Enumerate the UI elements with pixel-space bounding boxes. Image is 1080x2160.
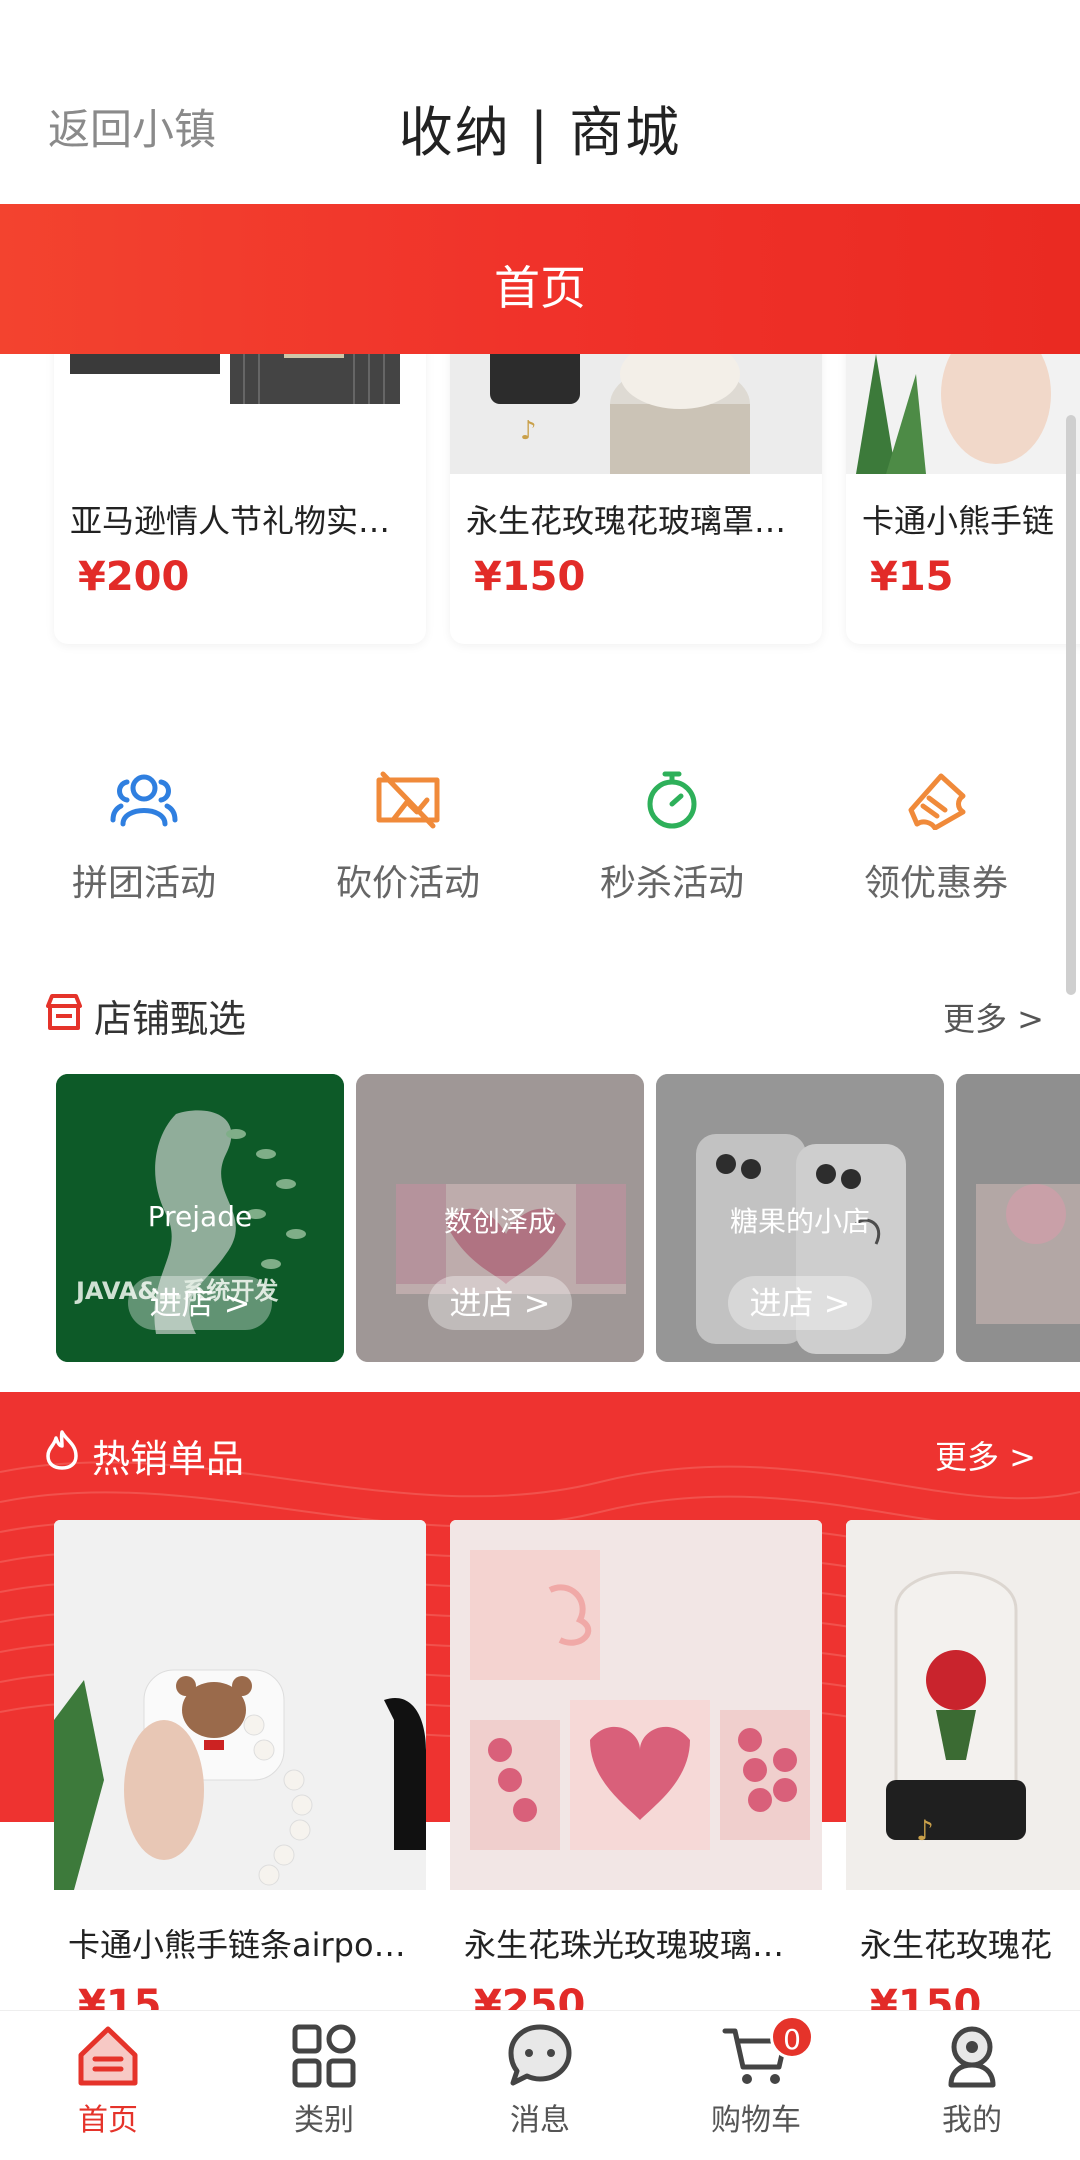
- bargain-action[interactable]: 砍价活动: [276, 770, 540, 930]
- page-title: 首页: [494, 261, 586, 315]
- stopwatch-icon: [647, 771, 697, 829]
- group-icon: [110, 774, 178, 827]
- flash-sale-action[interactable]: 秒杀活动: [540, 770, 804, 930]
- nav-item-home[interactable]: 首页: [0, 2021, 216, 2160]
- shop-picks-row[interactable]: JAVA&…系统开发 Prejade 进店 > 数创泽成 进店 > 糖果的小店 …: [56, 1074, 1080, 1364]
- cart-count-badge: 0: [770, 2015, 814, 2059]
- enter-shop-button[interactable]: 进店 >: [728, 1276, 872, 1330]
- product-image: [54, 1520, 426, 1890]
- product-price: ¥150: [474, 554, 586, 600]
- product-image: ♪: [450, 354, 822, 474]
- svg-text:♪: ♪: [916, 1814, 934, 1847]
- svg-text:♪: ♪: [520, 416, 537, 446]
- product-price: ¥15: [870, 554, 954, 600]
- shop-name: 糖果的小店: [729, 1205, 870, 1238]
- shop-cover: [956, 1074, 1080, 1362]
- shop-picks-header: 店铺甄选 更多 >: [44, 988, 1044, 1048]
- shop-name: Prejade: [147, 1200, 253, 1233]
- enter-shop-button[interactable]: 进店 >: [428, 1276, 572, 1330]
- hot-sellers-row[interactable]: 卡通小熊手链条airpod... ¥15 永生花珠光玫瑰玻璃罩... ¥250: [0, 1520, 1080, 2020]
- product-image: [450, 1520, 822, 1890]
- bargain-icon: [376, 771, 440, 829]
- coupon-label: 领优惠券: [863, 863, 1008, 904]
- nav-item-messages[interactable]: 消息: [432, 2021, 648, 2160]
- hot-product-card[interactable]: 永生花珠光玫瑰玻璃罩... ¥250: [450, 1520, 822, 2020]
- product-name: 卡通小熊手链条airpod...: [68, 1926, 412, 1964]
- grid-icon: [292, 2024, 356, 2088]
- product-name: 亚马逊情人节礼物实用...: [70, 502, 410, 540]
- flash-sale-label: 秒杀活动: [599, 863, 744, 904]
- top-bar: 返回小镇 收纳 | 商城: [0, 0, 1080, 204]
- shop-picks-more-link[interactable]: 更多 >: [943, 994, 1044, 1040]
- nav-label-profile: 我的: [942, 2103, 1002, 2138]
- hot-product-card[interactable]: ♪ 永生花玫瑰花 ¥150: [846, 1520, 1080, 2020]
- product-name: 永生花玫瑰花: [860, 1926, 1053, 1964]
- group-buy-action[interactable]: 拼团活动: [12, 770, 276, 930]
- hot-sellers-title: 热销单品: [92, 1437, 245, 1481]
- product-card[interactable]: ♪ 永生花玫瑰花玻璃罩成... ¥150: [450, 354, 822, 644]
- enter-shop-button[interactable]: 进店 >: [128, 1276, 272, 1330]
- ticket-icon: [908, 773, 966, 830]
- nav-item-profile[interactable]: 我的: [864, 2021, 1080, 2160]
- nav-label-home: 首页: [78, 2103, 138, 2138]
- product-image: [54, 354, 426, 474]
- app-root: 返回小镇 收纳 | 商城 首页 亚马逊情人节礼物实用... ¥200 ♪ 永生花…: [0, 0, 1080, 2160]
- shop-picks-title: 店铺甄选: [94, 997, 247, 1041]
- nav-label-messages: 消息: [510, 2103, 570, 2138]
- profile-icon: [948, 2026, 996, 2088]
- hot-sellers-more-link[interactable]: 更多 >: [935, 1432, 1036, 1478]
- shop-card[interactable]: [956, 1074, 1080, 1362]
- product-name: 永生花玫瑰花玻璃罩成...: [466, 502, 806, 540]
- product-price: ¥200: [78, 554, 190, 600]
- nav-label-category: 类别: [294, 2103, 354, 2138]
- coupon-action[interactable]: 领优惠券: [804, 770, 1068, 930]
- product-image: [846, 354, 1080, 474]
- bottom-nav: 首页 类别 消息 0 购物车 我的: [0, 2010, 1080, 2160]
- store-icon: [46, 994, 82, 1030]
- shop-card[interactable]: 糖果的小店 进店 >: [656, 1074, 944, 1362]
- product-card[interactable]: 卡通小熊手链 ¥15: [846, 354, 1080, 644]
- fire-icon: [46, 1430, 78, 1470]
- nav-item-cart[interactable]: 0 购物车: [648, 2015, 864, 2160]
- product-image: ♪: [846, 1520, 1080, 1890]
- nav-item-category[interactable]: 类别: [216, 2021, 432, 2160]
- message-icon: [508, 2024, 572, 2086]
- hot-product-card[interactable]: 卡通小熊手链条airpod... ¥15: [54, 1520, 426, 2020]
- nav-label-cart: 购物车: [711, 2103, 801, 2138]
- shop-card[interactable]: JAVA&…系统开发 Prejade 进店 >: [56, 1074, 344, 1362]
- top-product-strip[interactable]: 亚马逊情人节礼物实用... ¥200 ♪ 永生花玫瑰花玻璃罩成... ¥150: [0, 354, 1080, 654]
- product-card[interactable]: 亚马逊情人节礼物实用... ¥200: [54, 354, 426, 644]
- app-title: 收纳 | 商城: [398, 101, 682, 164]
- shop-name: 数创泽成: [443, 1205, 556, 1238]
- product-name: 永生花珠光玫瑰玻璃罩...: [464, 1926, 808, 1964]
- shop-card[interactable]: 数创泽成 进店 >: [356, 1074, 644, 1362]
- group-buy-label: 拼团活动: [71, 863, 216, 904]
- home-icon: [78, 2026, 138, 2086]
- bargain-label: 砍价活动: [335, 863, 480, 904]
- home-header-band: 首页: [0, 204, 1080, 354]
- product-name: 卡通小熊手链: [862, 502, 1055, 540]
